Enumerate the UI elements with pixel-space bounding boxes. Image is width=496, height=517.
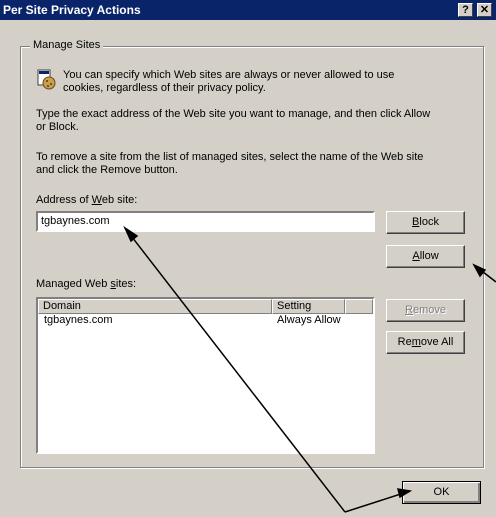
instruction-text-line-2: or Block. (36, 121, 79, 133)
intro-text-line-2: cookies, regardless of their privacy pol… (63, 82, 266, 94)
title-bar: Per Site Privacy Actions ? ✕ (0, 0, 496, 20)
allow-button[interactable]: Allow (386, 245, 465, 268)
remove-instruction-line-2: and click the Remove button. (36, 164, 178, 176)
column-header-setting[interactable]: Setting (272, 299, 345, 314)
address-label: Address of Web site: (36, 194, 138, 206)
close-button[interactable]: ✕ (477, 3, 492, 17)
group-label: Manage Sites (30, 39, 104, 51)
row-domain-cell: tgbaynes.com (44, 314, 113, 326)
column-header-filler (345, 299, 373, 314)
help-button[interactable]: ? (458, 3, 473, 17)
row-setting-cell: Always Allow (277, 314, 341, 326)
remove-instruction-line-1: To remove a site from the list of manage… (36, 151, 424, 163)
ok-button[interactable]: OK (402, 481, 481, 504)
instruction-text-line-1: Type the exact address of the Web site y… (36, 108, 431, 120)
window-title: Per Site Privacy Actions (3, 3, 141, 17)
managed-sites-list[interactable]: Domain Setting tgbaynes.com Always Allow (36, 297, 375, 454)
column-header-domain[interactable]: Domain (38, 299, 272, 314)
cookie-site-icon (35, 68, 57, 90)
address-input[interactable]: tgbaynes.com (36, 211, 375, 232)
remove-all-button[interactable]: Remove All (386, 331, 465, 354)
per-site-privacy-dialog: Per Site Privacy Actions ? ✕ Manage Site… (0, 0, 496, 517)
block-button[interactable]: Block (386, 211, 465, 234)
intro-text-line-1: You can specify which Web sites are alwa… (63, 69, 395, 81)
managed-sites-label: Managed Web sites: (36, 278, 137, 290)
arrow-to-ok-line (344, 490, 411, 513)
remove-button[interactable]: Remove (386, 299, 465, 322)
